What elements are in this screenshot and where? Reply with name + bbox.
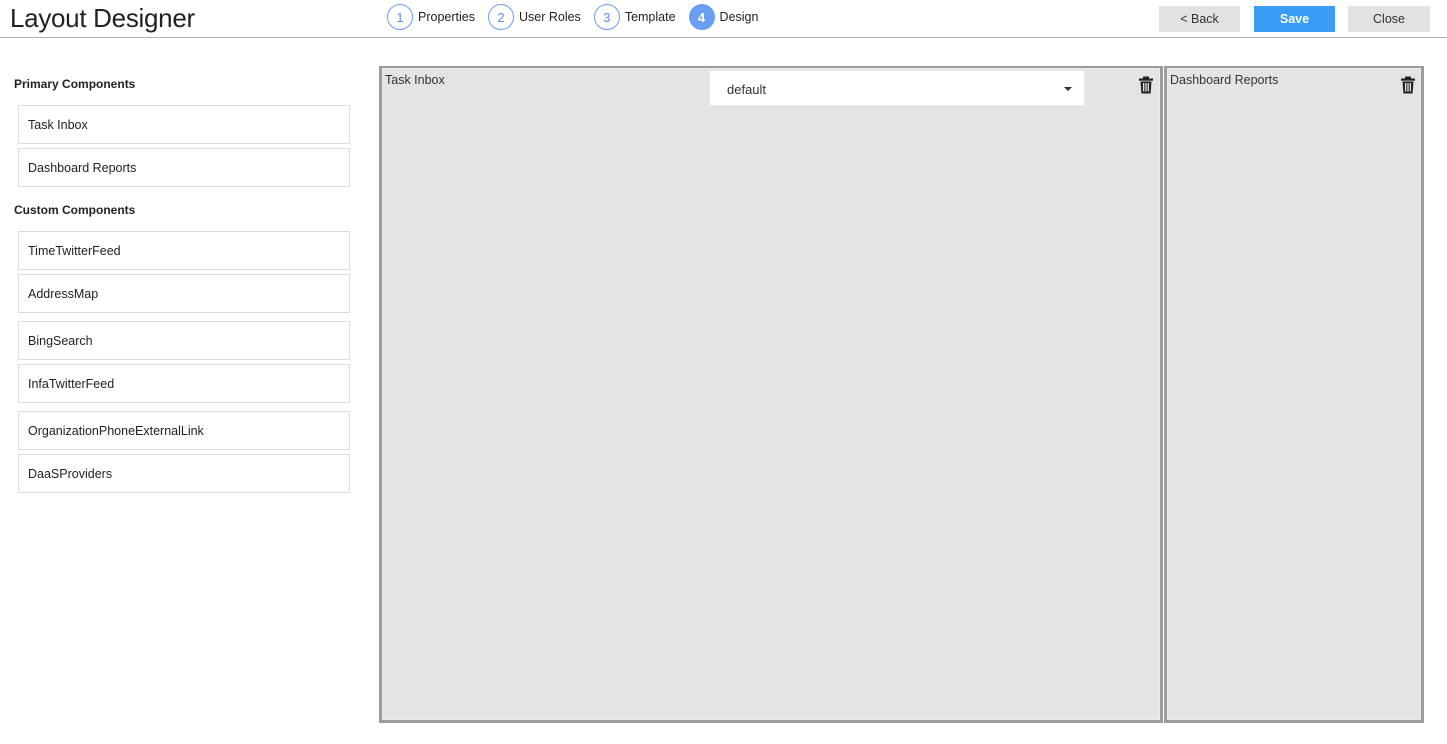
panel-inner-border bbox=[1167, 68, 1421, 720]
component-palette: Primary Components Task Inbox Dashboard … bbox=[0, 39, 370, 744]
layout-panel-task-inbox[interactable]: Task Inbox default bbox=[379, 66, 1163, 723]
close-button[interactable]: Close bbox=[1348, 6, 1430, 32]
save-button[interactable]: Save bbox=[1254, 6, 1335, 32]
step-label: Template bbox=[624, 10, 676, 24]
step-number: 4 bbox=[688, 4, 715, 30]
panel-title: Dashboard Reports bbox=[1170, 73, 1279, 87]
trash-icon[interactable] bbox=[1400, 76, 1416, 94]
step-template[interactable]: 3 Template bbox=[593, 4, 676, 30]
select-value: default bbox=[727, 82, 767, 97]
step-label: User Roles bbox=[518, 10, 581, 24]
step-number: 1 bbox=[387, 4, 413, 30]
layout-panel-dashboard-reports[interactable]: Dashboard Reports bbox=[1164, 66, 1424, 723]
app-title: Layout Designer bbox=[10, 3, 195, 33]
component-bing-search[interactable]: BingSearch bbox=[18, 321, 350, 360]
header-bar: Layout Designer 1 Properties 2 User Role… bbox=[0, 0, 1447, 38]
wizard-stepper: 1 Properties 2 User Roles 3 Template 4 D… bbox=[387, 4, 771, 30]
trash-icon[interactable] bbox=[1138, 76, 1154, 94]
panel-title: Task Inbox bbox=[385, 73, 445, 87]
step-label: Design bbox=[719, 10, 759, 24]
step-design[interactable]: 4 Design bbox=[688, 4, 759, 30]
back-button[interactable]: < Back bbox=[1159, 6, 1240, 32]
component-daas-providers[interactable]: DaaSProviders bbox=[18, 454, 350, 493]
component-address-map[interactable]: AddressMap bbox=[18, 274, 350, 313]
step-user-roles[interactable]: 2 User Roles bbox=[487, 4, 581, 30]
caret-down-icon bbox=[1064, 87, 1072, 91]
component-task-inbox[interactable]: Task Inbox bbox=[18, 105, 350, 144]
view-select-dropdown[interactable]: default bbox=[709, 70, 1085, 106]
step-properties[interactable]: 1 Properties bbox=[387, 4, 475, 30]
primary-components-heading: Primary Components bbox=[14, 77, 136, 91]
step-number: 3 bbox=[593, 4, 620, 30]
panel-inner-border bbox=[382, 68, 1160, 720]
step-label: Properties bbox=[418, 10, 475, 24]
component-organization-phone-external-link[interactable]: OrganizationPhoneExternalLink bbox=[18, 411, 350, 450]
component-time-twitter-feed[interactable]: TimeTwitterFeed bbox=[18, 231, 350, 270]
custom-components-heading: Custom Components bbox=[14, 203, 136, 217]
component-dashboard-reports[interactable]: Dashboard Reports bbox=[18, 148, 350, 187]
component-infa-twitter-feed[interactable]: InfaTwitterFeed bbox=[18, 364, 350, 403]
step-number: 2 bbox=[487, 4, 514, 30]
